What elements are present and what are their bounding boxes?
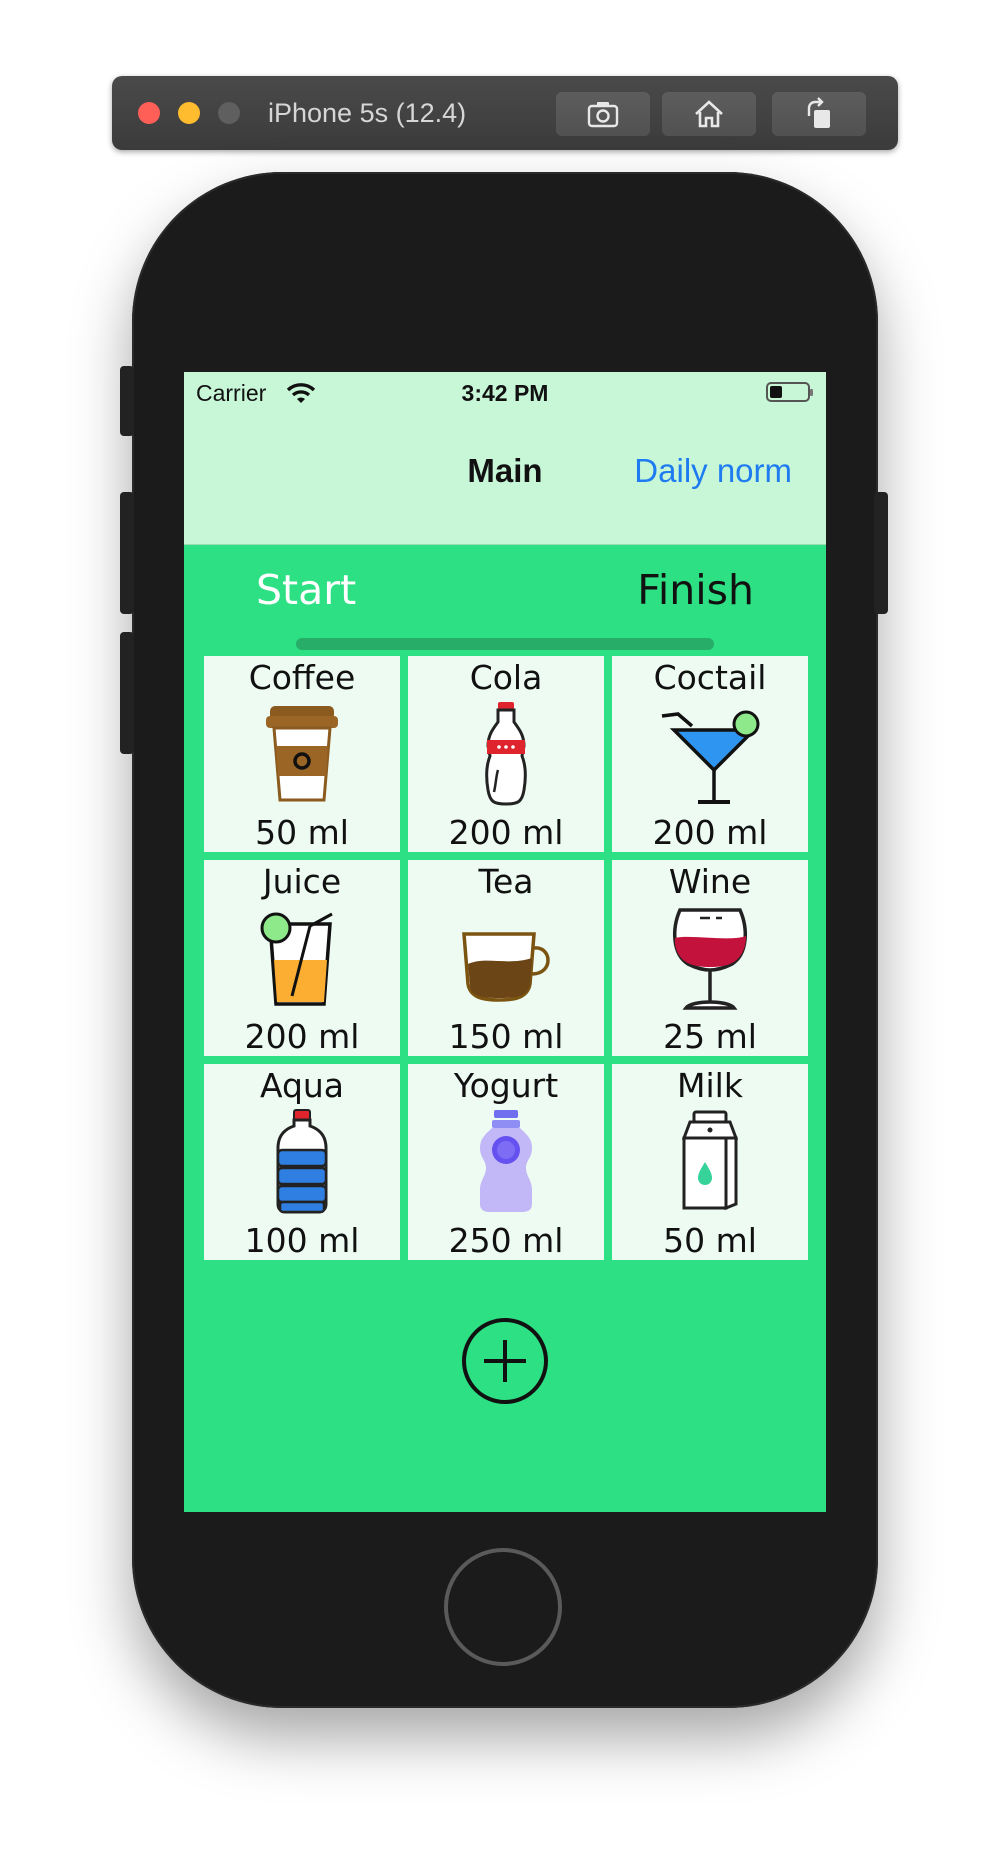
drink-name: Tea <box>478 862 534 901</box>
rotate-icon <box>807 97 830 128</box>
simulator-title-bar: iPhone 5s (12.4) <box>112 76 898 150</box>
drink-name: Coctail <box>653 658 767 697</box>
rotate-button[interactable] <box>772 92 866 136</box>
progress-section: Start Finish <box>184 544 826 664</box>
finish-label: Finish <box>637 566 754 614</box>
drink-amount: 200 ml <box>244 1017 360 1056</box>
progress-bar <box>296 638 714 650</box>
drink-amount: 150 ml <box>448 1017 564 1056</box>
status-time: 3:42 PM <box>461 380 549 406</box>
drink-tile-tea[interactable]: Tea 150 ml <box>408 860 604 1056</box>
drink-name: Cola <box>469 658 543 697</box>
minimize-window-button[interactable] <box>178 102 200 124</box>
power-button <box>874 492 888 614</box>
navigation-bar: Main Daily norm <box>184 420 826 545</box>
drink-name: Milk <box>677 1066 743 1105</box>
yogurt-bottle-icon <box>456 1108 556 1216</box>
screenshot-camera-icon <box>587 102 619 128</box>
juice-glass-icon <box>252 904 352 1012</box>
plus-circle-icon <box>462 1318 548 1404</box>
drink-amount: 50 ml <box>255 813 349 852</box>
status-bar: Carrier 3:42 PM <box>184 372 826 420</box>
start-label: Start <box>256 566 357 614</box>
drink-tile-cola[interactable]: Cola 200 ml <box>408 656 604 852</box>
drink-tile-wine[interactable]: Wine 25 ml <box>612 860 808 1056</box>
mute-switch <box>120 366 134 436</box>
drink-amount: 100 ml <box>244 1221 360 1260</box>
drink-tile-aqua[interactable]: Aqua 100 ml <box>204 1064 400 1260</box>
simulator-title: iPhone 5s (12.4) <box>268 98 467 128</box>
drink-tile-coffee[interactable]: Coffee 50 ml <box>204 656 400 852</box>
water-bottle-icon <box>252 1108 352 1216</box>
volume-up-button <box>120 492 134 614</box>
tea-cup-icon <box>456 904 556 1012</box>
cola-bottle-icon <box>456 700 556 808</box>
drink-tile-milk[interactable]: Milk 50 ml <box>612 1064 808 1260</box>
drink-name: Yogurt <box>453 1066 559 1105</box>
drink-tile-juice[interactable]: Juice 200 ml <box>204 860 400 1056</box>
screenshot-button[interactable] <box>556 92 650 136</box>
drink-amount: 250 ml <box>448 1221 564 1260</box>
zoom-window-button[interactable] <box>218 102 240 124</box>
daily-norm-button[interactable]: Daily norm <box>634 452 792 490</box>
drink-amount: 25 ml <box>663 1017 757 1056</box>
app-screen: Carrier 3:42 PM Main Daily norm Start Fi… <box>184 372 826 1512</box>
battery-icon <box>766 382 813 402</box>
home-simulator-button[interactable] <box>662 92 756 136</box>
wine-glass-icon <box>660 904 760 1012</box>
drink-name: Juice <box>262 862 342 901</box>
close-window-button[interactable] <box>138 102 160 124</box>
drink-name: Aqua <box>259 1066 345 1105</box>
milk-carton-icon <box>660 1108 760 1216</box>
drink-tile-coctail[interactable]: Coctail 200 ml <box>612 656 808 852</box>
drink-amount: 50 ml <box>663 1221 757 1260</box>
home-icon <box>695 100 723 128</box>
drinks-grid: Coffee 50 ml Cola 200 ml Coctail 200 ml … <box>204 656 808 1260</box>
cocktail-glass-icon <box>660 700 760 808</box>
drink-tile-yogurt[interactable]: Yogurt 250 ml <box>408 1064 604 1260</box>
add-drink-button[interactable] <box>460 1316 550 1406</box>
volume-down-button <box>120 632 134 754</box>
drink-name: Wine <box>668 862 752 901</box>
coffee-cup-icon <box>252 700 352 808</box>
device-home-button[interactable] <box>444 1548 562 1666</box>
drink-name: Coffee <box>248 658 356 697</box>
drink-amount: 200 ml <box>448 813 564 852</box>
drink-amount: 200 ml <box>652 813 768 852</box>
